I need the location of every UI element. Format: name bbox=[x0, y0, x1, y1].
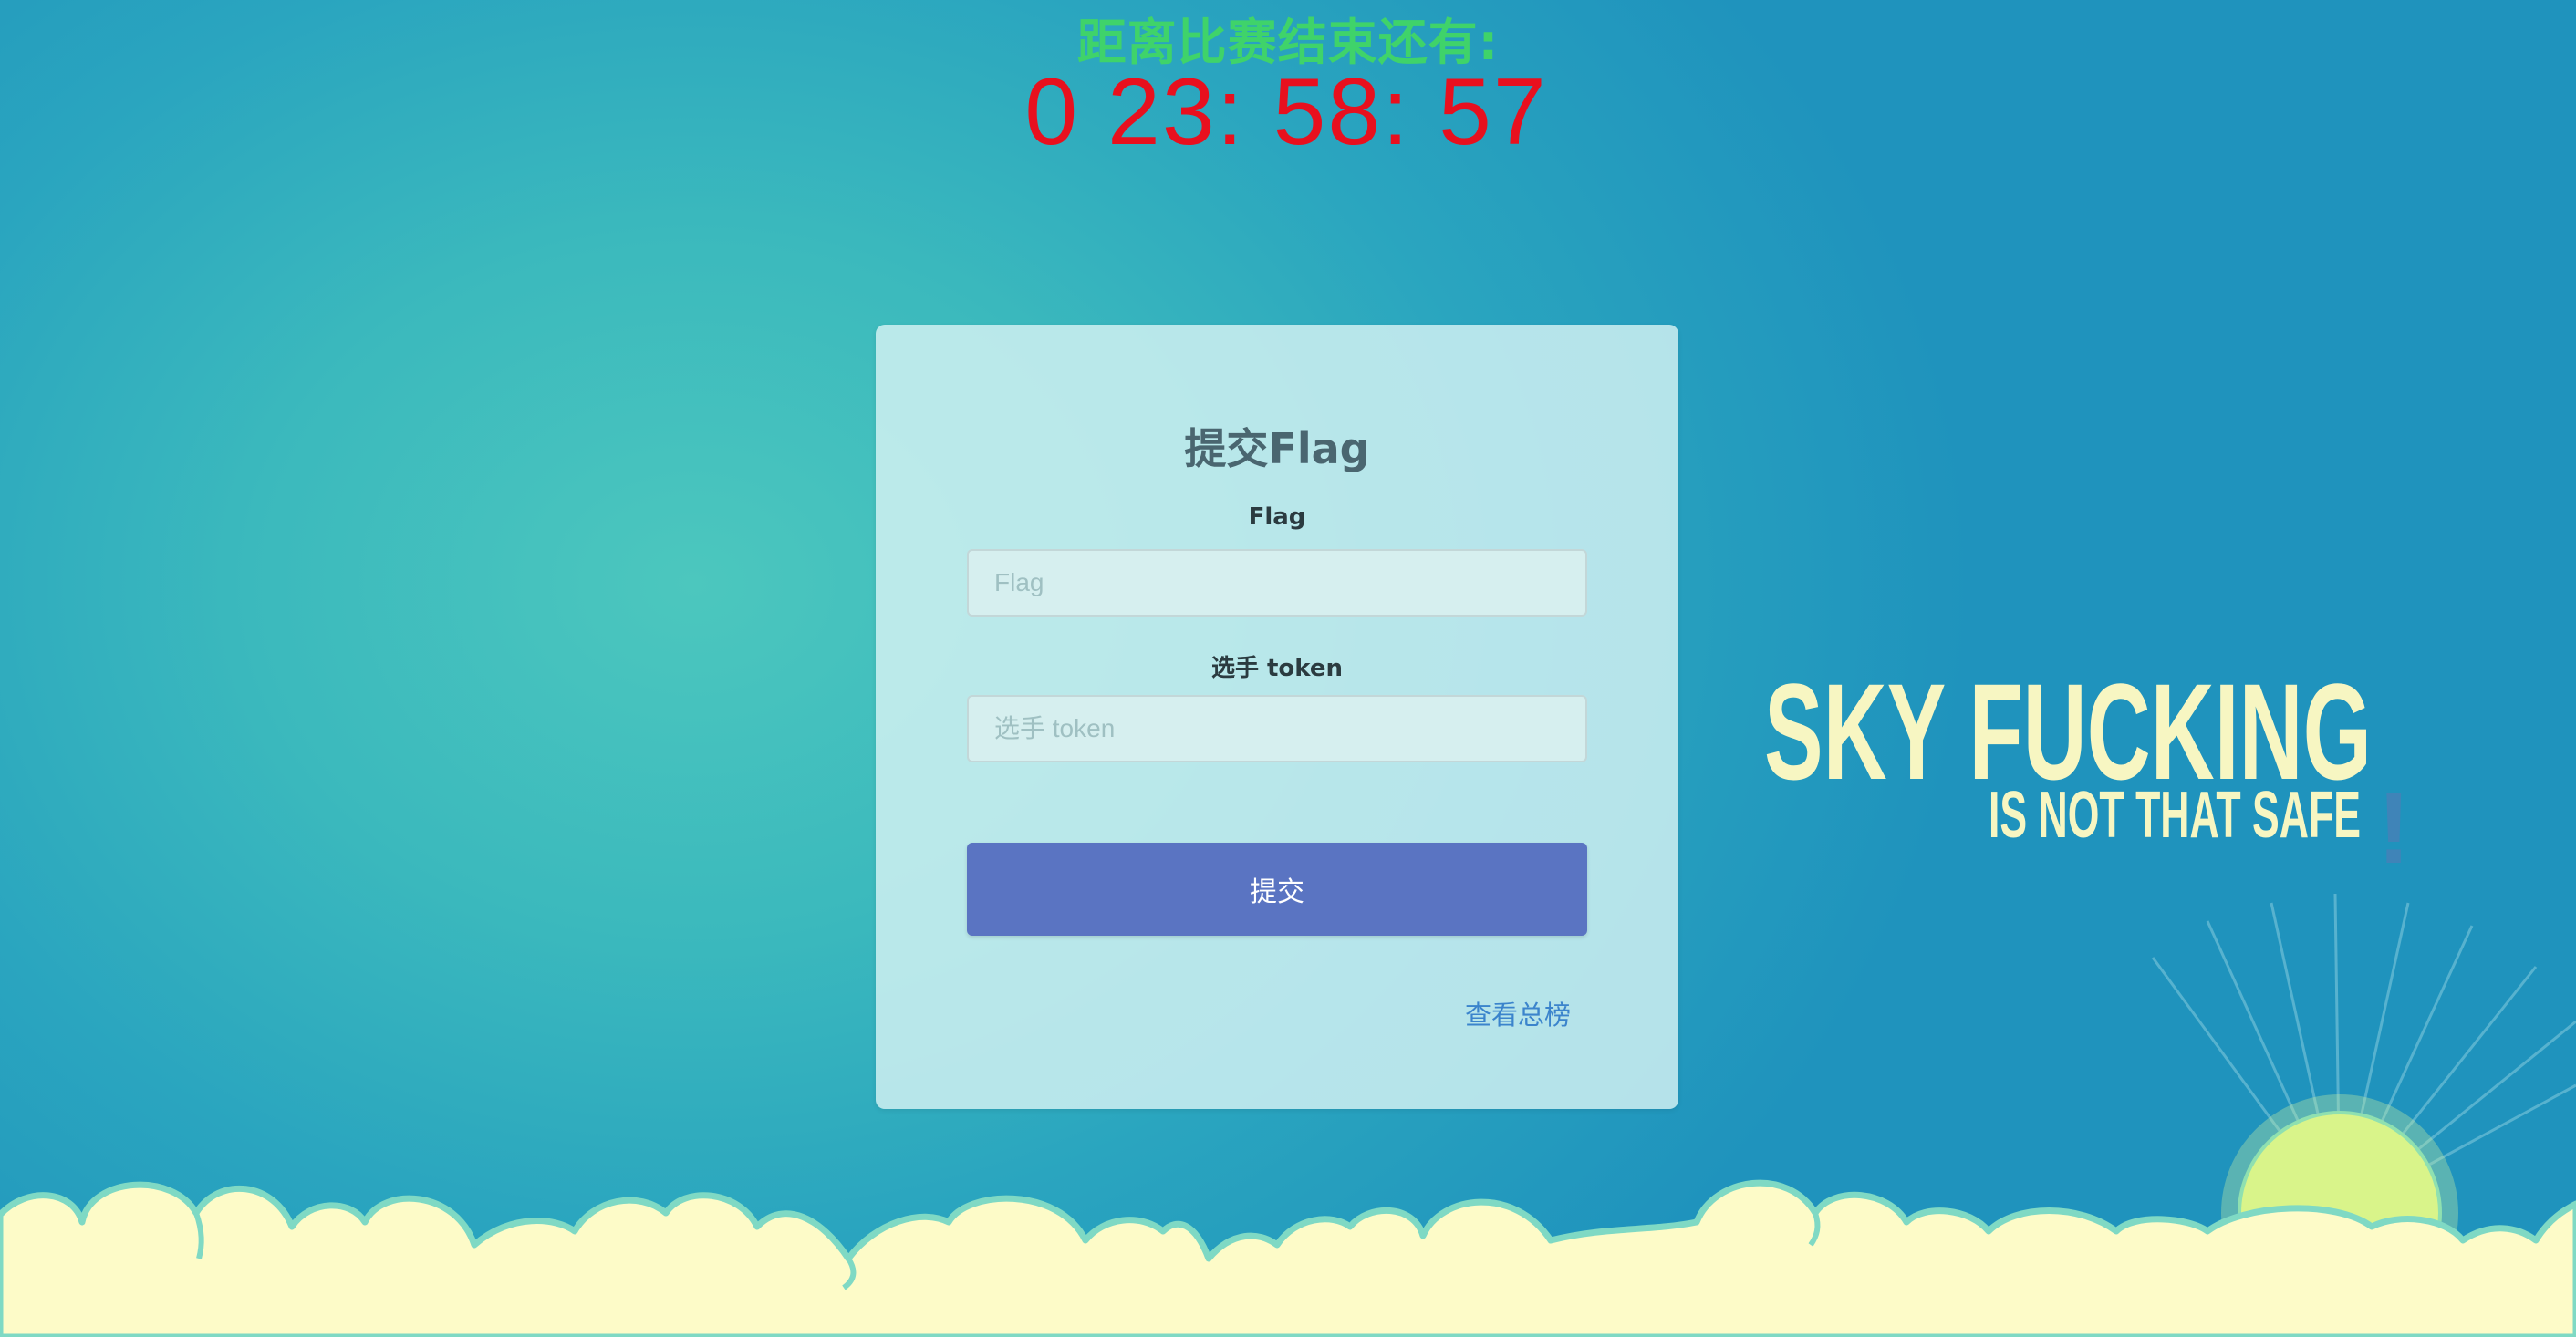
sun-icon bbox=[2221, 1094, 2458, 1332]
clouds-decoration bbox=[0, 1179, 2576, 1337]
submit-button[interactable]: 提交 bbox=[967, 843, 1587, 936]
form-title: 提交Flag bbox=[1184, 424, 1370, 473]
submit-flag-card: 提交Flag Flag 选手 token 提交 查看总榜 bbox=[876, 325, 1678, 1109]
slogan-exclamation: ! bbox=[2377, 772, 2411, 874]
countdown-timer: 0 23: 58: 57 bbox=[1024, 59, 1548, 165]
flag-input[interactable] bbox=[967, 549, 1587, 617]
page-background: 距离比赛结束还有: 0 23: 58: 57 提交Flag Flag 选手 to… bbox=[0, 0, 2576, 1337]
slogan-line2: IS NOT THAT SAFE bbox=[1989, 779, 2361, 852]
sun-rays-decoration bbox=[2151, 893, 2576, 1215]
slogan-logo: SKY FUCKING IS NOT THAT SAFE ! bbox=[1764, 655, 2411, 874]
view-leaderboard-link[interactable]: 查看总榜 bbox=[1465, 994, 1571, 1032]
token-input[interactable] bbox=[967, 695, 1587, 762]
flag-label: Flag bbox=[1248, 503, 1306, 531]
token-label: 选手 token bbox=[1210, 655, 1344, 682]
